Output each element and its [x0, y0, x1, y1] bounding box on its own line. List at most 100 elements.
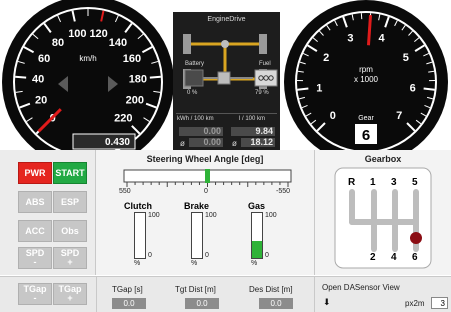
speed-tick-label: 80 [52, 37, 64, 49]
brake-min: 0 [205, 252, 209, 259]
speed-tick-label: 20 [35, 94, 47, 106]
speed-tick [15, 77, 26, 78]
divider [314, 277, 315, 312]
px2m-input[interactable]: 3 [431, 297, 448, 309]
gear-r-label: R [348, 177, 355, 188]
battery-percent: 0 % [187, 90, 197, 96]
gear-label: Gear [358, 115, 374, 122]
steering-pedal-panel: Steering Wheel Angle [deg] 550 0 -550 Cl… [96, 150, 315, 275]
speedometer: 020406080100120140160180200220 km/h 0.43… [0, 0, 175, 150]
gas-min: 0 [265, 252, 269, 259]
liter-current-value: 9.84 [231, 127, 275, 136]
odometer-value: 0.430 [105, 137, 130, 148]
speed-tick-label: 220 [114, 112, 132, 124]
plus-sign: + [67, 258, 72, 267]
desired-distance-label: Des Dist [m] [249, 285, 293, 294]
gear-3-label: 3 [391, 177, 397, 188]
kwh-average-value: 0.00 [189, 138, 223, 147]
rpm-tick-label: 4 [378, 33, 385, 45]
instrument-cluster: 0 20 40 6080 100120140 160 180 200 220 km/h 0.43… [0, 0, 451, 150]
target-distance-label: Tgt Dist [m] [175, 285, 216, 294]
speed-tick [150, 77, 161, 78]
avg-symbol: ø [180, 139, 185, 148]
gear-4-label: 4 [391, 252, 397, 263]
engine-drive-panel: EngineDrive Battery Fuel 0 % 79 % [173, 12, 280, 152]
speed-tick-label: 120 [89, 28, 107, 40]
brake-max: 100 [205, 212, 217, 219]
brake-label: Brake [184, 201, 209, 211]
speed-tick-label: 60 [38, 53, 50, 65]
kwh-label: kWh / 100 km [177, 116, 214, 122]
rpm-tick-label: 3 [347, 33, 353, 45]
download-icon[interactable]: ⬇ [323, 297, 331, 308]
brake-bar [191, 212, 203, 259]
rpm-tick-label: 2 [323, 52, 329, 64]
tgap-value: 0.0 [112, 298, 146, 309]
obstacle-button[interactable]: Obs [53, 220, 87, 242]
gear-2-label: 2 [370, 252, 376, 263]
tachometer: 01234567 rpm x 1000 Gear 6 [282, 0, 451, 150]
abs-button[interactable]: ABS [18, 191, 52, 213]
steering-indicator [205, 169, 210, 183]
fuel-tank-icon [255, 70, 277, 86]
px2m-label: px2m [405, 299, 425, 308]
speedometer-dial [2, 0, 174, 150]
differential-icon [221, 40, 229, 48]
rpm-tick [424, 88, 435, 89]
speed-tick-label: 40 [32, 73, 44, 85]
minus-sign: - [34, 294, 37, 303]
fuel-label: Fuel [259, 61, 271, 67]
gas-bar [251, 212, 263, 259]
clutch-label: Clutch [124, 201, 152, 211]
avg-symbol: ø [232, 139, 237, 148]
tgap-minus-button[interactable]: TGap - [18, 283, 52, 305]
plus-sign: + [67, 294, 72, 303]
steering-left-tick: 550 [119, 188, 131, 195]
open-sensor-view-link[interactable]: Open DASensor View [322, 283, 400, 292]
gear-6-label: 6 [412, 252, 418, 263]
esp-button-label: ESP [61, 198, 79, 207]
esp-button[interactable]: ESP [53, 191, 87, 213]
steering-center-tick: 0 [204, 188, 208, 195]
rpm-tick-label: 1 [316, 82, 322, 94]
bottom-control-strip: TGap - TGap + TGap [s] 0.0 Tgt Dist [m] … [0, 276, 451, 312]
acc-button[interactable]: ACC [18, 220, 52, 242]
speed-unit: km/h [79, 54, 96, 63]
start-button-label: START [55, 169, 84, 178]
liter-label: l / 100 km [239, 116, 265, 122]
power-button-label: PWR [25, 169, 46, 178]
speed-tick-label: 200 [126, 94, 144, 106]
speed-tick-label: 180 [129, 73, 147, 85]
gas-unit: % [251, 260, 257, 267]
gas-bar-fill [252, 241, 262, 258]
rpm-needle [368, 15, 370, 45]
clutch-max: 100 [148, 212, 160, 219]
start-button[interactable]: START [53, 162, 87, 184]
liter-average-value: 18.12 [241, 138, 275, 147]
gas-label: Gas [248, 201, 265, 211]
minus-sign: - [34, 258, 37, 267]
rpm-unit-scale: x 1000 [354, 75, 379, 84]
tgap-plus-button[interactable]: TGap + [53, 283, 87, 305]
steering-right-tick: -550 [276, 188, 290, 195]
speed-tick-label: 140 [109, 37, 127, 49]
fuel-percent: 79 % [255, 90, 269, 96]
speed-plus-button[interactable]: SPD + [53, 247, 87, 269]
battery-label: Battery [185, 61, 204, 67]
power-button[interactable]: PWR [18, 162, 52, 184]
gear-shift-pattern [315, 150, 451, 275]
kwh-current-value: 0.00 [179, 127, 223, 136]
gearbox-panel: Gearbox R 1 3 5 2 4 6 [315, 150, 451, 275]
engine-block-icon [218, 72, 230, 84]
gear-5-label: 5 [412, 177, 418, 188]
speed-tick-label: 100 [68, 28, 86, 40]
gear-value: 6 [362, 127, 370, 144]
abs-button-label: ABS [25, 198, 44, 207]
speed-minus-button[interactable]: SPD - [18, 247, 52, 269]
rpm-unit: rpm [359, 65, 373, 74]
rpm-tick-label: 0 [330, 110, 336, 122]
target-distance-value: 0.0 [185, 298, 219, 309]
speed-tick-label: 160 [123, 53, 141, 65]
rpm-tick-label: 7 [396, 110, 402, 122]
tgap-label: TGap [s] [112, 285, 143, 294]
